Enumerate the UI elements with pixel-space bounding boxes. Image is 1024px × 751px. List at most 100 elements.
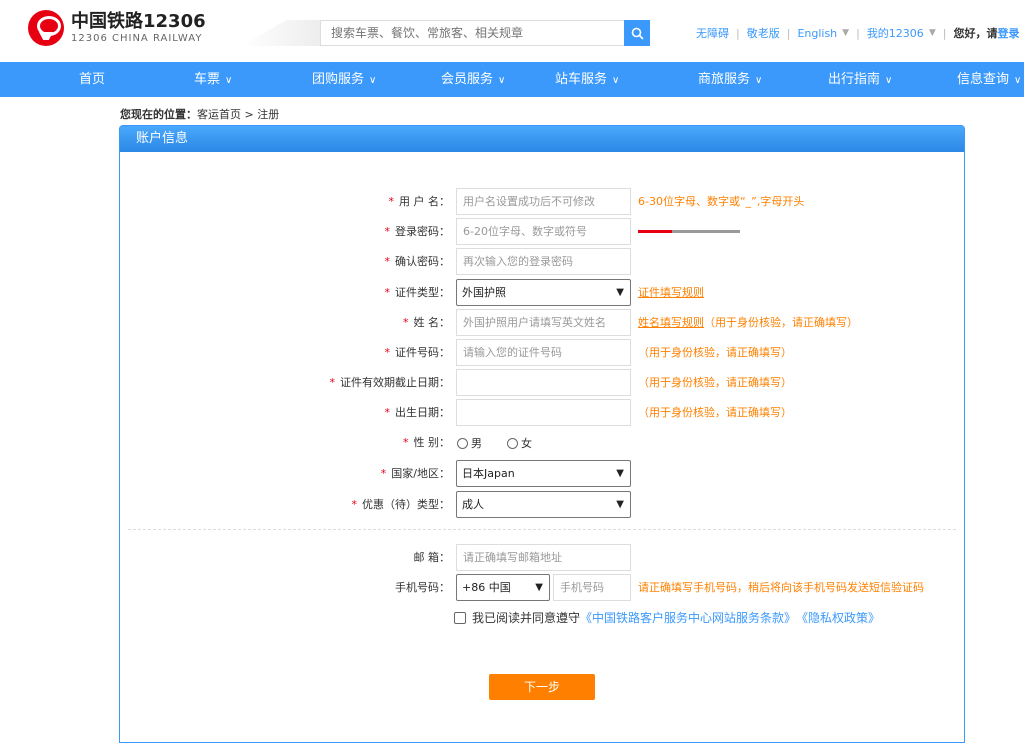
separator: | xyxy=(942,26,947,40)
breadcrumb-home-link[interactable]: 客运首页 xyxy=(197,108,241,121)
accessibility-link[interactable]: 无障碍 xyxy=(696,25,729,41)
label-text: 证件有效期截止日期： xyxy=(340,376,450,389)
country-label: * 国家/地区： xyxy=(340,460,450,487)
id-type-label: * 证件类型： xyxy=(340,279,451,306)
birth-date-hint: （用于身份核验，请正确填写） xyxy=(638,406,792,419)
search-button[interactable] xyxy=(624,20,650,46)
id-rules-link[interactable]: 证件填写规则 xyxy=(638,286,704,299)
elderly-version-link[interactable]: 敬老版 xyxy=(747,25,780,41)
username-input[interactable]: 用户名设置成功后不可修改 xyxy=(456,188,631,215)
label-text: 国家/地区： xyxy=(391,467,450,480)
birth-date-input[interactable] xyxy=(456,399,631,426)
nav-item-station-service[interactable]: 站车服务 ∨ xyxy=(555,62,619,97)
label-text: 出生日期： xyxy=(395,406,450,419)
confirm-password-input[interactable]: 再次输入您的登录密码 xyxy=(456,248,631,275)
chevron-down-icon: ∨ xyxy=(1014,75,1022,86)
email-input[interactable]: 请正确填写邮箱地址 xyxy=(456,544,631,571)
privacy-link[interactable]: 《隐私权政策》 xyxy=(796,609,880,626)
gender-male-radio[interactable]: 男 xyxy=(457,436,482,450)
username-label: * 用 户 名： xyxy=(340,188,451,215)
select-value: +86 中国 xyxy=(462,581,511,594)
nav-label: 团购服务 xyxy=(312,72,365,87)
country-code-select[interactable]: +86 中国 ▼ xyxy=(456,574,550,601)
label-text: 登录密码： xyxy=(395,225,450,238)
required-mark: * xyxy=(329,376,336,389)
id-expiry-input[interactable] xyxy=(456,369,631,396)
panel-title: 账户信息 xyxy=(120,126,964,152)
main-nav: 首页 车票 ∨ 团购服务 ∨ 会员服务 ∨ 站车服务 ∨ 商旅服务 ∨ 出行指南 ∨ 信息查… xyxy=(0,62,1024,97)
agree-checkbox[interactable] xyxy=(454,611,466,624)
agreement-row: 我已阅读并同意遵守 《中国铁路客户服务中心网站服务条款》 《隐私权政策》 xyxy=(454,609,880,626)
name-label: * 姓 名： xyxy=(340,309,450,336)
next-step-button[interactable]: 下一步 xyxy=(489,674,595,700)
site-logo[interactable]: 中国铁路12306 12306 CHINA RAILWAY xyxy=(28,10,206,46)
name-hint-text: （用于身份核验，请正确填写） xyxy=(704,316,858,329)
chevron-down-icon: ∨ xyxy=(885,75,893,86)
name-rules-link[interactable]: 姓名填写规则 xyxy=(638,316,704,329)
select-value: 外国护照 xyxy=(462,286,506,299)
radio-label: 男 xyxy=(471,437,482,450)
nav-item-group-service[interactable]: 团购服务 ∨ xyxy=(312,62,376,97)
nav-label: 车票 xyxy=(194,72,221,87)
breadcrumb-separator: > xyxy=(244,108,254,121)
chevron-down-icon: ▼ xyxy=(616,468,624,479)
breadcrumb: 您现在的位置：客运首页 > 注册 xyxy=(120,106,279,122)
phone-hint: 请正确填写手机号码，稍后将向该手机号码发送短信验证码 xyxy=(638,581,924,594)
login-link[interactable]: 登录 xyxy=(997,25,1019,41)
required-mark: * xyxy=(403,316,409,329)
discount-type-select[interactable]: 成人 ▼ xyxy=(456,491,631,518)
radio-circle-icon xyxy=(457,437,468,449)
strength-bar xyxy=(672,230,706,233)
id-expiry-label: * 证件有效期截止日期： xyxy=(300,369,451,396)
id-number-hint: （用于身份核验，请正确填写） xyxy=(638,346,792,359)
username-hint: 6-30位字母、数字或“_”,字母开头 xyxy=(638,195,805,208)
my12306-link[interactable]: 我的12306 xyxy=(867,25,924,41)
select-value: 日本Japan xyxy=(462,467,515,480)
site-header: 中国铁路12306 12306 CHINA RAILWAY 无障碍 | 敬老版 … xyxy=(0,0,1024,62)
label-text: 证件号码： xyxy=(395,346,450,359)
label-text: 优惠（待）类型： xyxy=(362,498,450,511)
nav-item-home[interactable]: 首页 xyxy=(79,62,105,97)
label-text: 用 户 名： xyxy=(399,195,450,208)
search-input[interactable] xyxy=(320,20,624,46)
nav-item-travel-guide[interactable]: 出行指南 ∨ xyxy=(828,62,892,97)
password-input[interactable]: 6-20位字母、数字或符号 xyxy=(456,218,631,245)
language-link[interactable]: English xyxy=(797,27,837,40)
country-select[interactable]: 日本Japan ▼ xyxy=(456,460,631,487)
chevron-down-icon: ▼ xyxy=(616,287,624,298)
password-strength-meter xyxy=(638,230,740,233)
gender-label: * 性 别： xyxy=(340,429,450,456)
chevron-down-icon: ∨ xyxy=(369,75,377,86)
terms-link[interactable]: 《中国铁路客户服务中心网站服务条款》 xyxy=(580,609,796,626)
required-mark: * xyxy=(384,406,391,419)
greeting-text: 您好，请 xyxy=(953,27,998,40)
phone-input[interactable]: 手机号码 xyxy=(553,574,631,601)
name-hint: 姓名填写规则（用于身份核验，请正确填写） xyxy=(638,309,858,336)
railway-logo-icon xyxy=(28,10,64,46)
chevron-down-icon: ▼ xyxy=(616,499,624,510)
id-expiry-hint: （用于身份核验，请正确填写） xyxy=(638,376,792,389)
id-type-select[interactable]: 外国护照 ▼ xyxy=(456,279,631,306)
nav-label: 信息查询 xyxy=(957,72,1010,87)
name-input[interactable]: 外国护照用户请填写英文姓名 xyxy=(456,309,631,336)
breadcrumb-prefix: 您现在的位置： xyxy=(120,108,197,121)
nav-item-info-query[interactable]: 信息查询 ∨ xyxy=(957,62,1021,97)
id-number-label: * 证件号码： xyxy=(340,339,451,366)
nav-label: 站车服务 xyxy=(555,72,608,87)
discount-type-label: * 优惠（待）类型： xyxy=(320,491,451,518)
nav-label: 首页 xyxy=(79,72,106,87)
nav-item-tickets[interactable]: 车票 ∨ xyxy=(194,62,232,97)
birth-date-label: * 出生日期： xyxy=(340,399,451,426)
required-mark: * xyxy=(384,286,391,299)
radio-circle-icon xyxy=(507,437,518,449)
id-number-input[interactable]: 请输入您的证件号码 xyxy=(456,339,631,366)
section-divider xyxy=(128,529,956,530)
chevron-down-icon: ▼ xyxy=(842,28,850,38)
nav-item-member-service[interactable]: 会员服务 ∨ xyxy=(441,62,505,97)
nav-item-business-travel[interactable]: 商旅服务 ∨ xyxy=(698,62,762,97)
label-text: 确认密码： xyxy=(395,255,450,268)
separator: | xyxy=(786,26,791,40)
password-label: * 登录密码： xyxy=(340,218,451,245)
separator: | xyxy=(736,26,740,40)
gender-female-radio[interactable]: 女 xyxy=(507,436,532,450)
